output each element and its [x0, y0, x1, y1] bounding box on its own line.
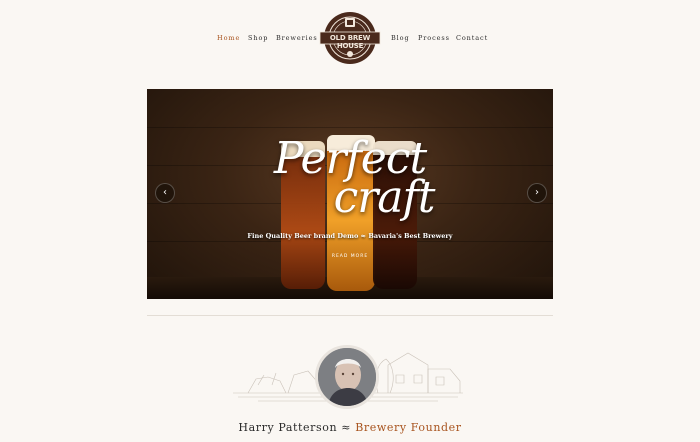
slide-tagline: Fine Quality Beer brand Demo ≈ Bavaria's…: [247, 232, 453, 240]
slide-title: Perfect craft: [147, 133, 553, 235]
founder-portrait: [318, 348, 376, 406]
nav-item-contact[interactable]: Contact: [456, 34, 488, 42]
chevron-left-icon: ‹: [163, 187, 167, 198]
slide-title-line2: craft: [333, 172, 436, 223]
nav-item-breweries[interactable]: Breweries: [276, 34, 318, 42]
founder-separator: ≈: [341, 421, 352, 434]
brand-logo[interactable]: OLD BREW HOUSE: [318, 10, 382, 66]
chevron-right-icon: ›: [535, 187, 539, 198]
slider-next-button[interactable]: ›: [527, 183, 547, 203]
nav-item-shop[interactable]: Shop: [248, 34, 268, 42]
nav-item-home[interactable]: Home: [217, 34, 240, 42]
founder-caption: Harry Patterson ≈ Brewery Founder: [0, 421, 700, 434]
founder-role: Brewery Founder: [355, 421, 462, 434]
nav-item-blog[interactable]: Blog: [391, 34, 410, 42]
read-more-button[interactable]: READ MORE: [147, 254, 553, 259]
top-navigation: Home Shop Breweries OLD BREW HOUSE Blog …: [0, 0, 700, 75]
founder-name: Harry Patterson: [238, 421, 338, 434]
hero-slider: Perfect craft Fine Quality Beer brand De…: [147, 89, 553, 299]
founder-avatar: [315, 345, 379, 409]
nav-item-process[interactable]: Process: [418, 34, 450, 42]
section-divider: [147, 315, 553, 316]
slider-prev-button[interactable]: ‹: [155, 183, 175, 203]
logo-text: OLD BREW HOUSE: [329, 34, 371, 50]
